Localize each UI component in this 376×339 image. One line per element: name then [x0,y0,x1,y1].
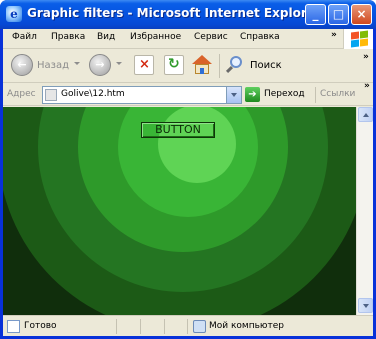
scroll-up-arrow-icon[interactable] [358,107,373,122]
toolbar-overflow-chevron[interactable]: » [363,52,369,62]
browser-frame: Файл Правка Вид Избранное Сервис Справка… [3,29,373,336]
menu-bar: Файл Правка Вид Избранное Сервис Справка… [3,29,373,49]
page-content: BUTTON [3,107,356,315]
page-status-icon [7,320,20,333]
status-pane-divider [140,319,141,334]
glow-center [158,107,236,183]
links-overflow-chevron[interactable]: » [364,81,370,91]
status-bar: Готово Мой компьютер [3,315,373,336]
address-value[interactable]: Golive\12.htm [61,89,125,99]
back-label[interactable]: Назад [37,60,69,71]
menu-favorites[interactable]: Избранное [130,32,181,42]
windows-logo-icon [343,29,373,49]
menu-tools[interactable]: Сервис [194,32,228,42]
menu-edit[interactable]: Правка [51,32,85,42]
ie-icon: e [6,6,22,22]
page-icon [45,89,57,101]
address-input[interactable]: Golive\12.htm [42,86,242,104]
back-dropdown-chevron-icon[interactable] [74,62,80,65]
search-label[interactable]: Поиск [250,60,282,71]
close-button[interactable]: × [351,4,372,25]
status-text: Готово [24,321,57,331]
refresh-icon[interactable]: ↻ [164,55,184,75]
toolbar-separator [219,54,220,78]
menu-view[interactable]: Вид [97,32,115,42]
menu-help[interactable]: Справка [240,32,280,42]
address-dropdown-chevron-icon[interactable] [226,87,241,103]
search-icon[interactable] [225,55,245,75]
home-icon[interactable] [192,55,212,75]
links-separator [315,87,316,103]
title-bar[interactable]: e Graphic filters - Microsoft Internet E… [0,0,376,29]
go-arrow-icon[interactable]: ➔ [245,87,260,102]
window-title: Graphic filters - Microsoft Internet Exp… [27,6,321,20]
status-pane-divider [116,319,117,334]
address-label: Адрес [7,89,36,99]
stop-icon[interactable]: × [134,55,154,75]
back-arrow-icon[interactable]: ← [11,54,33,76]
menu-file[interactable]: Файл [12,32,37,42]
my-computer-icon [193,320,206,333]
browser-window: e Graphic filters - Microsoft Internet E… [0,0,376,339]
links-button[interactable]: Ссылки [320,89,355,99]
vertical-scrollbar[interactable] [356,107,373,315]
minimize-button[interactable]: _ [305,4,326,25]
standard-toolbar: ← Назад → × ↻ Поиск » [3,49,373,83]
maximize-button[interactable]: □ [328,4,349,25]
page-button[interactable]: BUTTON [141,122,215,138]
status-pane-divider [187,319,188,334]
status-pane-divider [164,319,165,334]
menu-overflow-chevron[interactable]: » [331,30,337,40]
forward-arrow-icon[interactable]: → [89,54,111,76]
forward-dropdown-chevron-icon[interactable] [116,62,122,65]
go-button[interactable]: Переход [264,89,305,99]
scroll-down-arrow-icon[interactable] [358,298,373,313]
security-zone: Мой компьютер [209,321,284,331]
address-bar: Адрес Golive\12.htm ➔ Переход Ссылки » [3,81,373,106]
